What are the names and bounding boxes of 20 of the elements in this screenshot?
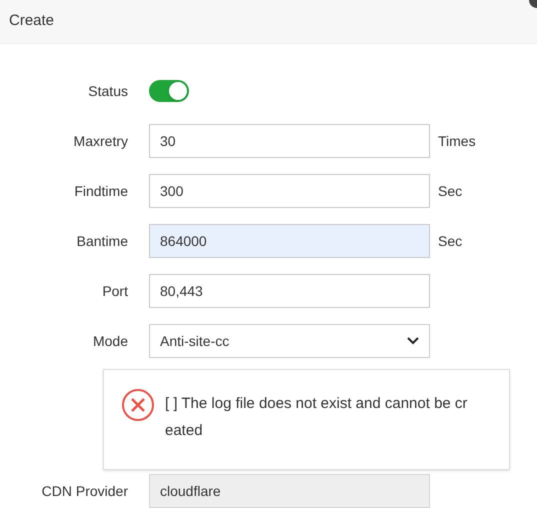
field-label: CDN Provider [40,482,128,500]
field-label: Findtime [73,182,128,200]
unit-label: Times [438,132,476,150]
text-field[interactable]: 80,443 [149,274,430,308]
error-icon [121,388,155,422]
text-field[interactable]: 864000 [149,224,430,258]
text-field[interactable]: 300 [149,174,430,208]
error-message: [ ] The log file does not exist and cannot be cr eated [165,394,468,441]
field-label: Bantime [76,232,128,250]
chevron-down-icon [407,337,419,345]
unit-label: Sec [438,232,462,250]
field-label: Status [87,82,128,100]
field-label: Maxretry [72,132,128,151]
text-field[interactable]: 30 [149,124,430,158]
mode-select[interactable]: Anti-site-cc [149,324,430,358]
field-label: Port [101,282,128,300]
field-label: Mode [92,332,128,350]
status-switch[interactable] [149,80,189,102]
unit-label: Sec [438,182,462,200]
dialog-title: Create [9,11,54,32]
